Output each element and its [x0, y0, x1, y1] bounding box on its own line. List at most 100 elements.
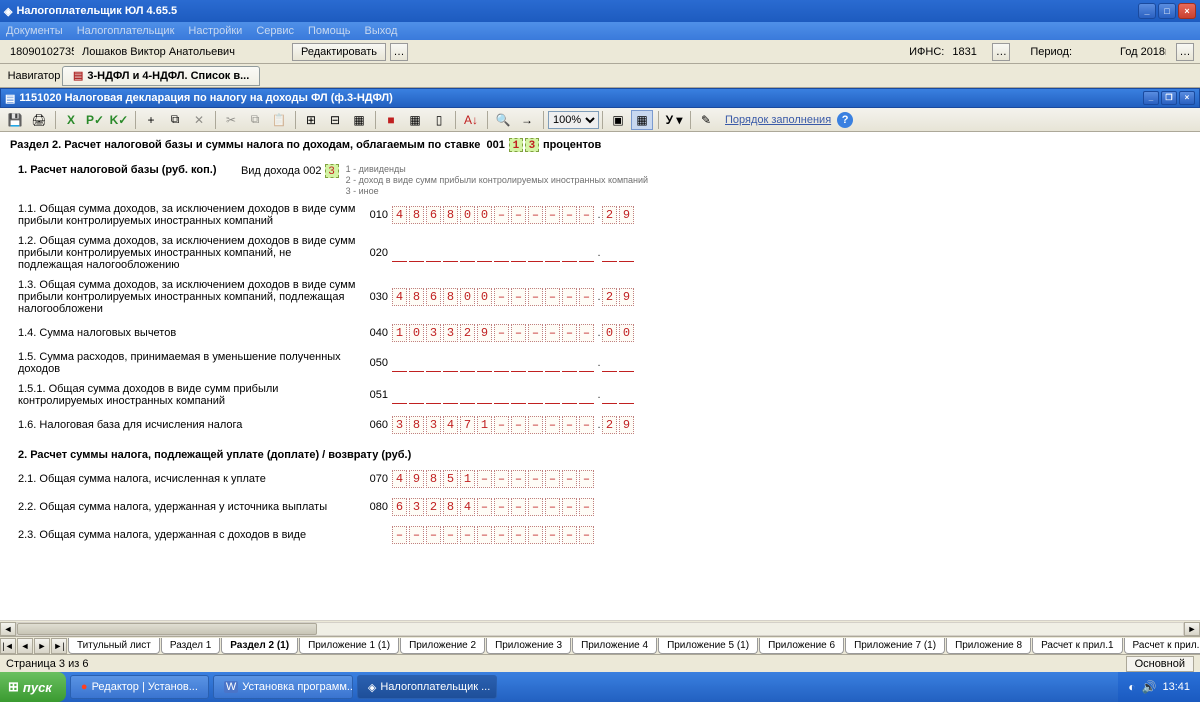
digit-cell[interactable]: 8 [409, 288, 424, 306]
goto-icon[interactable]: → [516, 110, 538, 130]
digit-cell[interactable]: 8 [409, 206, 424, 224]
tree2-icon[interactable]: ⊟ [324, 110, 346, 130]
digit-cell[interactable]: 2 [602, 206, 617, 224]
digit-cell[interactable]: 0 [477, 288, 492, 306]
digit-cell[interactable]: 6 [392, 498, 407, 516]
digit-cell[interactable] [602, 244, 617, 262]
digit-cell[interactable] [460, 244, 475, 262]
digit-cell[interactable] [579, 206, 594, 224]
digit-cell[interactable] [511, 386, 526, 404]
digit-cell[interactable] [528, 470, 543, 488]
digit-cell[interactable] [494, 288, 509, 306]
sheet-tab[interactable]: Расчет к прил.5 [1124, 638, 1200, 654]
income-type-value[interactable]: 3 [325, 164, 339, 178]
digit-cell[interactable]: 4 [392, 470, 407, 488]
system-tray[interactable]: ◐ 🔊 13:41 [1118, 672, 1200, 702]
wand-icon[interactable]: ✎ [695, 110, 717, 130]
sheet-tab[interactable]: Приложение 6 [759, 638, 844, 654]
digit-cell[interactable] [460, 354, 475, 372]
digit-cell[interactable]: 2 [426, 498, 441, 516]
digit-cell[interactable] [494, 498, 509, 516]
digit-cell[interactable] [392, 244, 407, 262]
menu-exit[interactable]: Выход [365, 25, 398, 37]
digit-cell[interactable] [477, 470, 492, 488]
period-value[interactable] [1116, 43, 1170, 61]
digit-cell[interactable] [443, 386, 458, 404]
digit-cell[interactable]: 6 [426, 288, 441, 306]
digit-cell[interactable]: 4 [460, 498, 475, 516]
start-button[interactable]: ⊞ пуск [0, 672, 66, 702]
digit-cell[interactable] [562, 470, 577, 488]
digit-cell[interactable] [494, 324, 509, 342]
digit-cell[interactable]: 3 [392, 416, 407, 434]
digit-cell[interactable] [562, 206, 577, 224]
digit-cell[interactable] [579, 470, 594, 488]
digit-cell[interactable]: 9 [409, 470, 424, 488]
digit-cell[interactable]: 2 [602, 416, 617, 434]
digit-cell[interactable] [426, 354, 441, 372]
digit-cell[interactable]: 3 [443, 324, 458, 342]
first-sheet-button[interactable]: |◄ [0, 638, 16, 654]
digit-cell[interactable] [511, 354, 526, 372]
digit-cell[interactable] [545, 386, 560, 404]
digit-cell[interactable] [409, 386, 424, 404]
help-icon[interactable]: ? [837, 112, 853, 128]
digit-cell[interactable]: 6 [426, 206, 441, 224]
sheet-tab[interactable]: Приложение 4 [572, 638, 657, 654]
digit-cell[interactable] [511, 288, 526, 306]
minimize-button[interactable]: _ [1138, 3, 1156, 19]
edit-button[interactable]: Редактировать [292, 43, 386, 61]
digit-cell[interactable] [528, 244, 543, 262]
prev-sheet-button[interactable]: ◄ [17, 638, 33, 654]
digit-cell[interactable] [579, 354, 594, 372]
digit-cell[interactable] [392, 354, 407, 372]
digit-cell[interactable] [562, 416, 577, 434]
digit-cell[interactable]: 9 [477, 324, 492, 342]
excel-icon[interactable]: X [60, 110, 82, 130]
taskbar-task-2[interactable]: WУстановка программ... [213, 675, 353, 699]
digit-cell[interactable] [579, 324, 594, 342]
digit-cell[interactable] [562, 324, 577, 342]
digit-cell[interactable] [528, 206, 543, 224]
digit-cell[interactable] [545, 288, 560, 306]
digit-cell[interactable] [619, 354, 634, 372]
digit-cell[interactable]: 3 [409, 498, 424, 516]
digit-cell[interactable] [460, 386, 475, 404]
next-sheet-button[interactable]: ► [34, 638, 50, 654]
y-dropdown[interactable]: У ▾ [663, 110, 685, 130]
digit-cell[interactable] [409, 526, 424, 544]
digit-cell[interactable]: 2 [460, 324, 475, 342]
digit-cell[interactable] [619, 244, 634, 262]
digit-cell[interactable] [528, 416, 543, 434]
list-icon[interactable]: ▦ [348, 110, 370, 130]
digit-cell[interactable] [511, 498, 526, 516]
digit-cell[interactable]: 0 [602, 324, 617, 342]
digit-cell[interactable]: 9 [619, 416, 634, 434]
digit-cell[interactable] [579, 244, 594, 262]
grid-icon[interactable]: ▦ [404, 110, 426, 130]
ifns-value[interactable] [948, 43, 988, 61]
sheet-tab[interactable]: Раздел 1 [161, 638, 220, 654]
sort-icon[interactable]: A↓ [460, 110, 482, 130]
digit-cell[interactable] [511, 324, 526, 342]
tray-icon-1[interactable]: ◐ [1128, 680, 1135, 694]
digit-cell[interactable] [545, 416, 560, 434]
last-sheet-button[interactable]: ►| [51, 638, 67, 654]
tray-icon-2[interactable]: 🔊 [1142, 680, 1157, 694]
digit-cell[interactable] [579, 498, 594, 516]
digit-cell[interactable]: 0 [460, 206, 475, 224]
digit-cell[interactable] [511, 244, 526, 262]
digit-cell[interactable]: 4 [392, 206, 407, 224]
check-k-icon[interactable]: K✓ [108, 110, 130, 130]
close-button[interactable]: × [1178, 3, 1196, 19]
sheet-tab[interactable]: Приложение 3 [486, 638, 571, 654]
digit-cell[interactable]: 0 [409, 324, 424, 342]
digit-cell[interactable]: 2 [602, 288, 617, 306]
zoom-select[interactable]: 100% [548, 111, 599, 129]
digit-cell[interactable]: 9 [619, 288, 634, 306]
copy-row-icon[interactable]: ⧉ [164, 110, 186, 130]
digit-cell[interactable] [579, 386, 594, 404]
print-icon[interactable]: 🖨 [28, 110, 50, 130]
digit-cell[interactable]: 5 [443, 470, 458, 488]
digit-cell[interactable]: 9 [619, 206, 634, 224]
